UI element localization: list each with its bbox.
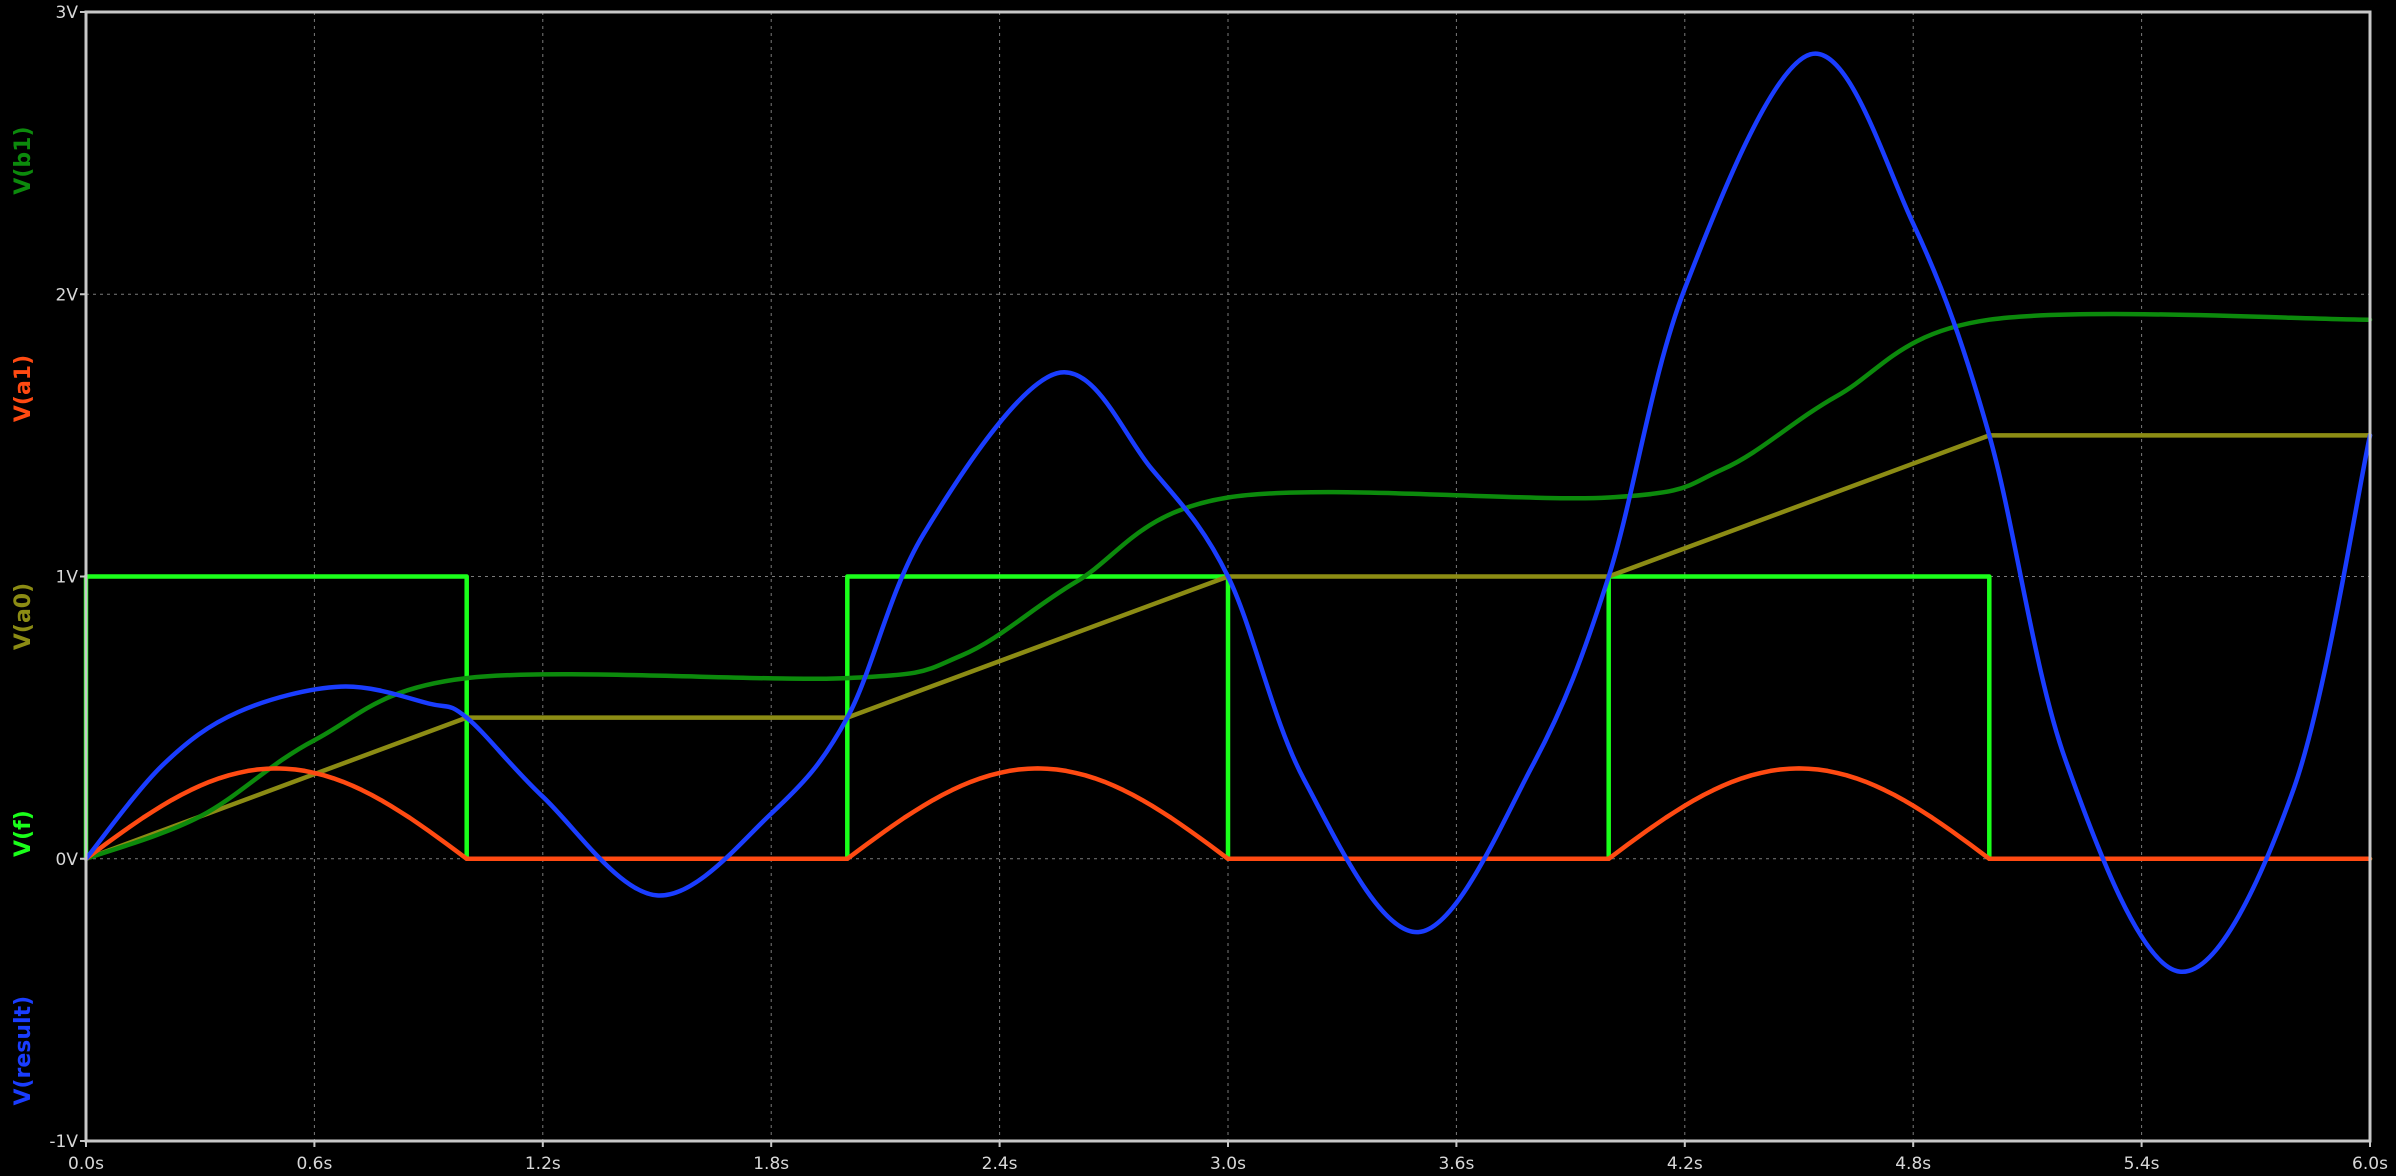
x-tick-label: 0.0s: [68, 1154, 104, 1174]
y-tick-label: 2V: [56, 285, 79, 305]
x-tick-label: 3.0s: [1210, 1154, 1246, 1174]
trace-label-vf: V(f): [11, 810, 36, 857]
x-tick-label: 4.2s: [1667, 1154, 1703, 1174]
y-tick-label: 1V: [56, 568, 79, 588]
x-tick-label: 0.6s: [296, 1154, 332, 1174]
x-tick-label: 2.4s: [982, 1154, 1018, 1174]
x-tick-label: 5.4s: [2124, 1154, 2160, 1174]
waveform-plot[interactable]: 0.0s 0.6s 1.2s 1.8s 2.4s 3.0s 3.6s 4.2s 4.8s 5.4s…: [0, 0, 2396, 1176]
trace-label-vresult: V(result): [11, 996, 36, 1106]
x-tick-label: 1.8s: [753, 1154, 789, 1174]
x-tick-label: 4.8s: [1895, 1154, 1931, 1174]
trace-label-vb1: V(b1): [11, 126, 36, 194]
y-tick-label: -1V: [49, 1132, 78, 1152]
trace-label-va0: V(a0): [11, 583, 36, 650]
trace-label-va1: V(a1): [11, 355, 36, 422]
y-tick-label: 0V: [56, 850, 79, 870]
x-tick-label: 6.0s: [2352, 1154, 2388, 1174]
y-tick-label: 3V: [56, 3, 79, 23]
x-tick-label: 3.6s: [1438, 1154, 1474, 1174]
x-tick-label: 1.2s: [525, 1154, 561, 1174]
